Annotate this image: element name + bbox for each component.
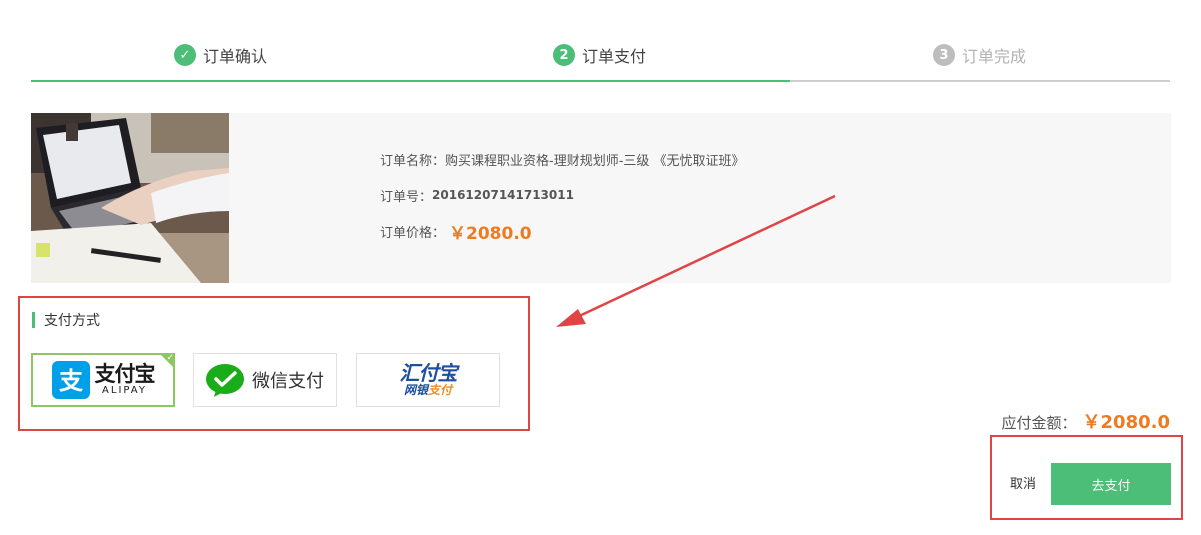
selected-check-icon: ✓: [159, 353, 175, 369]
payment-method-section: 支付方式 支 支付宝 ALIPAY ✓ 微信支付 汇付宝 网银支付: [18, 296, 530, 431]
step-label: 订单确认: [203, 47, 268, 66]
step-number: 2: [553, 44, 575, 66]
alipay-option[interactable]: 支 支付宝 ALIPAY ✓: [31, 353, 175, 407]
wechat-pay-logo: 微信支付: [206, 363, 324, 397]
step-order-complete: 3 订单完成: [933, 43, 1026, 67]
alipay-en-label: ALIPAY: [102, 385, 147, 396]
check-icon: ✓: [174, 44, 196, 66]
order-price-label: 订单价格：: [380, 225, 446, 241]
order-name-value: 购买课程职业资格-理财规划师-三级 《无忧取证班》: [445, 153, 745, 169]
step-number: 3: [933, 44, 955, 66]
huifubao-sub-label-b: 支付: [428, 383, 453, 397]
huifubao-option[interactable]: 汇付宝 网银支付: [356, 353, 500, 407]
huifubao-sub-label-a: 网银: [403, 383, 428, 397]
payment-method-label: 支付方式: [44, 313, 100, 329]
step-order-confirm: ✓ 订单确认: [174, 43, 267, 67]
cancel-button[interactable]: 取消: [1010, 473, 1036, 492]
pay-button[interactable]: 去支付: [1051, 463, 1171, 505]
wechat-pay-option[interactable]: 微信支付: [193, 353, 337, 407]
order-info: 订单名称： 购买课程职业资格-理财规划师-三级 《无忧取证班》 订单号： 201…: [380, 141, 745, 249]
order-price-value: ￥2080.0: [449, 223, 532, 244]
title-accent-bar: [32, 312, 35, 328]
svg-text:支: 支: [59, 367, 84, 395]
payment-method-title: 支付方式: [32, 310, 100, 330]
step-label: 订单支付: [582, 47, 647, 66]
amount-due-value: ￥2080.0: [1082, 412, 1170, 433]
order-name-label: 订单名称：: [380, 153, 446, 169]
wechat-pay-icon: [206, 364, 244, 397]
alipay-icon: 支: [51, 361, 90, 399]
order-number-label: 订单号：: [380, 189, 433, 205]
order-number-row: 订单号： 20161207141713011: [380, 177, 745, 213]
progress-fill: [31, 80, 790, 82]
huifubao-label: 汇付宝: [399, 361, 458, 385]
order-number-value: 20161207141713011: [432, 188, 574, 202]
order-name-row: 订单名称： 购买课程职业资格-理财规划师-三级 《无忧取证班》: [380, 141, 745, 177]
amount-due-label: 应付金额：: [1001, 414, 1077, 432]
alipay-cn-label: 支付宝: [94, 362, 156, 386]
order-price-row: 订单价格： ￥2080.0: [380, 213, 745, 249]
wechat-pay-label: 微信支付: [252, 371, 324, 392]
huifubao-logo: 汇付宝 网银支付: [399, 361, 458, 397]
amount-due: 应付金额： ￥2080.0: [1002, 408, 1170, 434]
alipay-logo: 支 支付宝 ALIPAY: [51, 361, 156, 399]
step-order-pay: 2 订单支付: [553, 43, 646, 67]
step-label: 订单完成: [962, 47, 1027, 66]
progress-steps: ✓ 订单确认 2 订单支付 3 订单完成: [31, 40, 1170, 82]
course-image: [31, 113, 229, 283]
order-summary: 订单名称： 购买课程职业资格-理财规划师-三级 《无忧取证班》 订单号： 201…: [31, 113, 1171, 283]
